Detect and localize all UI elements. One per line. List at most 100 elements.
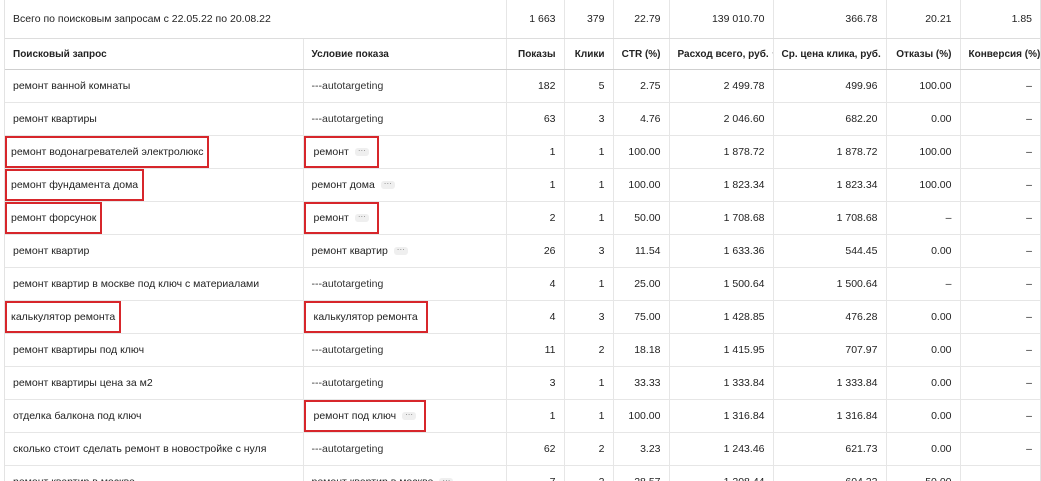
- condition-text: ---autotargeting: [311, 80, 384, 92]
- condition-cell: калькулятор ремонта: [302, 300, 506, 334]
- cpc-cell: 1 500.64: [772, 267, 886, 301]
- ctr-cell: 25.00: [612, 267, 669, 301]
- col-conversion[interactable]: Конверсия (%): [959, 38, 1040, 70]
- condition-cell: ---autotargeting: [302, 366, 506, 400]
- table-row: ремонт фундамента дома ремонт дома ··· 1 1 10…: [5, 168, 1040, 202]
- ctr-cell: 100.00: [612, 399, 669, 433]
- more-options-icon[interactable]: ···: [380, 180, 395, 190]
- col-ctr[interactable]: CTR (%): [612, 38, 669, 70]
- conversion-cell: –: [959, 300, 1040, 334]
- condition-cell: ремонт квартир ···: [302, 234, 506, 268]
- bounces-cell: –: [885, 201, 960, 235]
- total-ctr: 22.79: [612, 0, 669, 39]
- conversion-cell: –: [959, 465, 1040, 481]
- report-table: Всего по поисковым запросам с 22.05.22 п…: [5, 0, 1040, 481]
- shows-cell: 1: [505, 168, 564, 202]
- col-cpc[interactable]: Ср. цена клика, руб.: [772, 38, 886, 70]
- more-options-icon[interactable]: ···: [354, 147, 369, 157]
- query-text: ремонт ванной комнаты: [13, 80, 131, 92]
- query-cell: отделка балкона под ключ: [5, 399, 303, 433]
- bounces-cell: 0.00: [885, 333, 960, 367]
- condition-text: ---autotargeting: [311, 443, 384, 455]
- total-shows: 1 663: [505, 0, 564, 39]
- query-text: ремонт квартиры: [13, 113, 97, 125]
- bounces-cell: 0.00: [885, 366, 960, 400]
- cpc-cell: 682.20: [772, 102, 886, 136]
- col-clicks[interactable]: Клики: [563, 38, 613, 70]
- totals-label: Всего по поисковым запросам с 22.05.22 п…: [5, 0, 506, 39]
- more-options-icon[interactable]: ···: [402, 411, 417, 421]
- condition-text: ---autotargeting: [311, 278, 384, 290]
- bounces-cell: 0.00: [885, 102, 960, 136]
- table-row: ремонт квартир ремонт квартир ··· 26 3 11.54 1…: [5, 234, 1040, 268]
- cpc-cell: 1 316.84: [772, 399, 886, 433]
- condition-wrap: ремонт ···: [304, 202, 379, 234]
- query-text: отделка балкона под ключ: [13, 410, 142, 422]
- condition-wrap: калькулятор ремонта: [304, 301, 428, 333]
- table-row: ремонт форсунок ремонт ··· 2 1 50.00 1 708.68 1…: [5, 201, 1040, 235]
- shows-cell: 7: [505, 465, 564, 481]
- spend-cell: 1 708.68: [668, 201, 773, 235]
- clicks-cell: 3: [563, 300, 613, 334]
- table-row: сколько стоит сделать ремонт в новострой…: [5, 432, 1040, 466]
- col-bounces[interactable]: Отказы (%): [885, 38, 960, 70]
- shows-cell: 26: [505, 234, 564, 268]
- col-shows[interactable]: Показы: [505, 38, 564, 70]
- query-cell: ремонт квартир в москве под ключ с матер…: [5, 267, 303, 301]
- shows-cell: 1: [505, 135, 564, 169]
- clicks-cell: 1: [563, 168, 613, 202]
- col-spend[interactable]: Расход всего, руб.▼: [668, 38, 773, 70]
- condition-text: ремонт дома: [311, 179, 375, 191]
- query-text: ремонт квартиры цена за м2: [13, 377, 153, 389]
- clicks-cell: 2: [563, 333, 613, 367]
- query-cell: ремонт квартиры цена за м2: [5, 366, 303, 400]
- ctr-cell: 2.75: [612, 69, 669, 103]
- shows-cell: 4: [505, 267, 564, 301]
- ctr-cell: 100.00: [612, 135, 669, 169]
- cpc-cell: 544.45: [772, 234, 886, 268]
- condition-cell: ---autotargeting: [302, 333, 506, 367]
- spend-cell: 1 633.36: [668, 234, 773, 268]
- more-options-icon[interactable]: ···: [393, 246, 408, 256]
- search-queries-report: Всего по поисковым запросам с 22.05.22 п…: [4, 0, 1041, 481]
- condition-wrap: ---autotargeting: [312, 443, 384, 455]
- query-cell: ремонт квартир: [5, 234, 303, 268]
- table-row: ремонт ванной комнаты ---autotargeting 182…: [5, 69, 1040, 103]
- conversion-cell: –: [959, 399, 1040, 433]
- condition-cell: ---autotargeting: [302, 102, 506, 136]
- table-row: ремонт квартир в москве под ключ с матер…: [5, 267, 1040, 301]
- clicks-cell: 3: [563, 102, 613, 136]
- condition-wrap: ремонт ···: [304, 136, 379, 168]
- col-query[interactable]: Поисковый запрос: [5, 38, 303, 70]
- condition-wrap: ремонт дома ···: [312, 179, 395, 191]
- ctr-cell: 11.54: [612, 234, 669, 268]
- cpc-cell: 1 333.84: [772, 366, 886, 400]
- table-row: отделка балкона под ключ ремонт под ключ ·…: [5, 399, 1040, 433]
- cpc-cell: 1 708.68: [772, 201, 886, 235]
- shows-cell: 11: [505, 333, 564, 367]
- total-clicks: 379: [563, 0, 613, 39]
- more-options-icon[interactable]: ···: [354, 213, 369, 223]
- query-text: ремонт квартир: [13, 245, 90, 257]
- clicks-cell: 1: [563, 135, 613, 169]
- col-condition[interactable]: Условие показа: [302, 38, 506, 70]
- condition-cell: ---autotargeting: [302, 69, 506, 103]
- ctr-cell: 28.57: [612, 465, 669, 481]
- condition-text: ---autotargeting: [311, 113, 384, 125]
- conversion-cell: –: [959, 366, 1040, 400]
- conversion-cell: –: [959, 69, 1040, 103]
- bounces-cell: 100.00: [885, 69, 960, 103]
- spend-cell: 1 243.46: [668, 432, 773, 466]
- table-header: Поисковый запрос Условие показа Показы К…: [5, 38, 1040, 70]
- bounces-cell: 0.00: [885, 432, 960, 466]
- ctr-cell: 75.00: [612, 300, 669, 334]
- conversion-cell: –: [959, 234, 1040, 268]
- bounces-cell: 0.00: [885, 234, 960, 268]
- query-cell: калькулятор ремонта: [5, 300, 303, 334]
- bounces-cell: 0.00: [885, 399, 960, 433]
- total-bounces: 20.21: [885, 0, 960, 39]
- table-row: ремонт квартир в москверемонт квартир в …: [5, 465, 1040, 481]
- condition-text: ремонт: [313, 212, 349, 224]
- condition-cell: ---autotargeting: [302, 432, 506, 466]
- spend-cell: 1 333.84: [668, 366, 773, 400]
